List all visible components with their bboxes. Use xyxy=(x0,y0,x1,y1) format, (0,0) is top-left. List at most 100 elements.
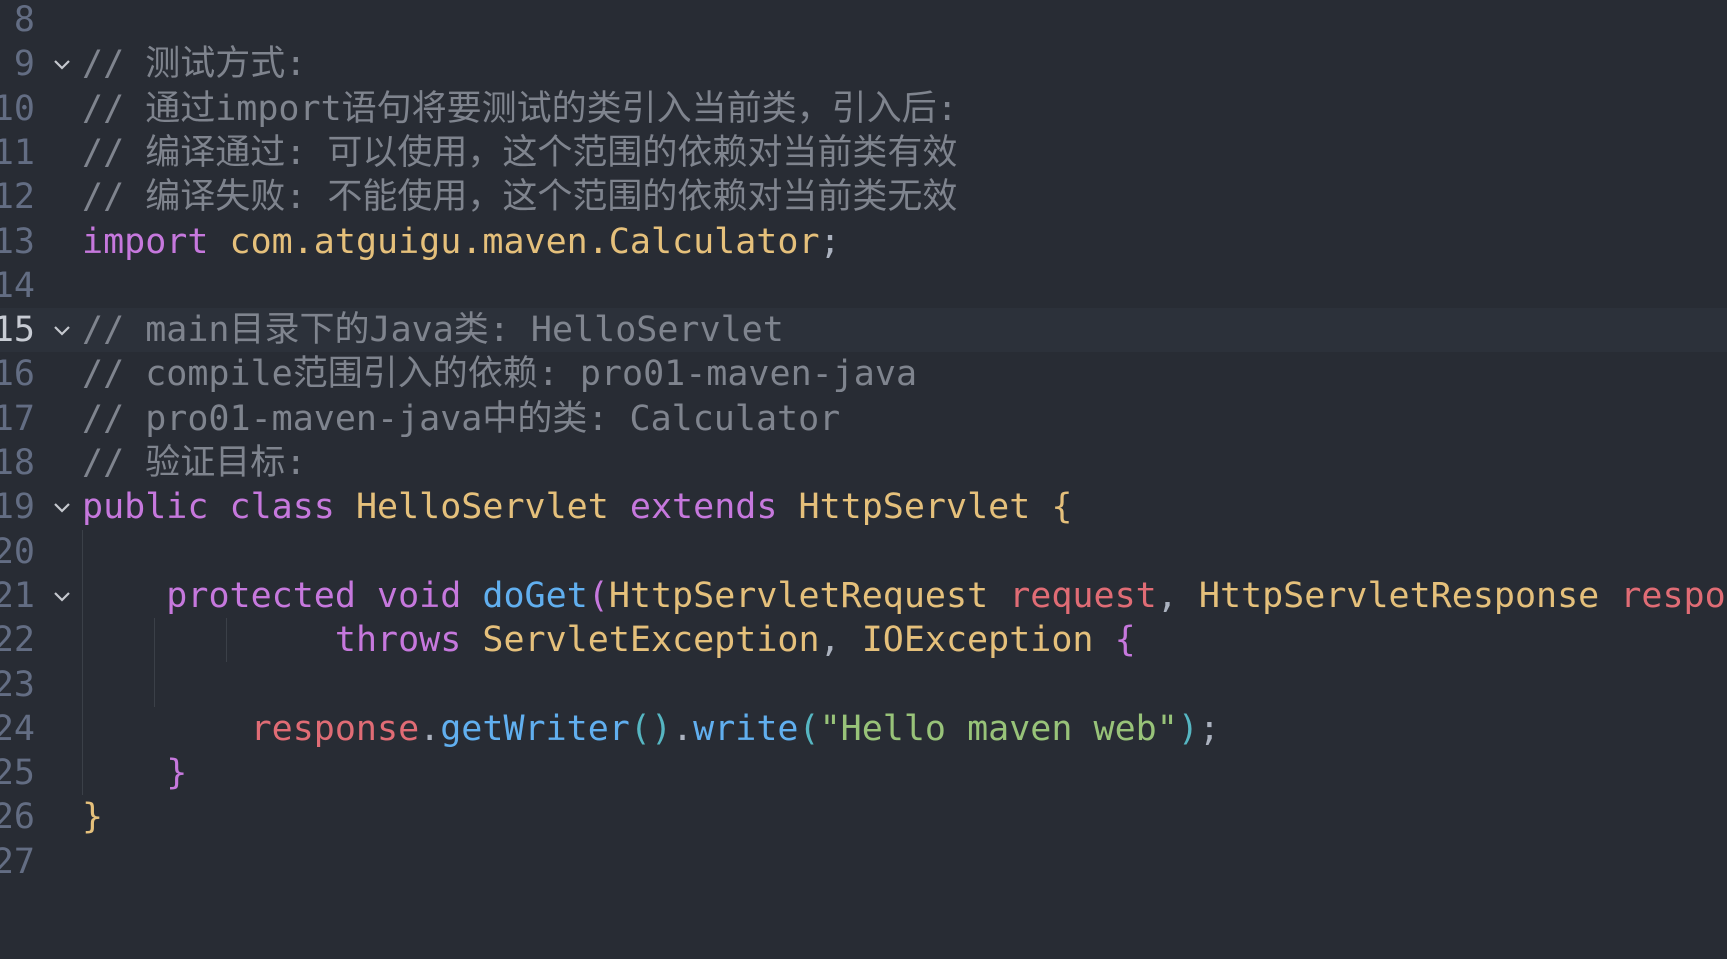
code-line[interactable]: 24 response.getWriter().write("Hello mav… xyxy=(0,707,1727,751)
indent-guide xyxy=(82,529,83,796)
line-number: 27 xyxy=(0,841,35,882)
code-line[interactable]: 21 protected void doGet(HttpServletReque… xyxy=(0,574,1727,618)
line-number: 18 xyxy=(0,443,35,483)
line-number: 23 xyxy=(0,664,35,705)
code-token: , xyxy=(1156,575,1199,616)
code-line[interactable]: 10 // 通过import语句将要测试的类引入当前类，引入后: xyxy=(0,87,1727,131)
code-token: extends xyxy=(629,487,778,528)
code-text: // compile范围引入的依赖: pro01-maven-java xyxy=(82,352,917,396)
code-token: "Hello maven web" xyxy=(819,708,1178,749)
code-token: // pro01-maven-java中的类: Calculator xyxy=(82,398,841,439)
code-token: ; xyxy=(819,221,841,262)
code-token: // 验证目标: xyxy=(82,443,307,483)
fold-chevron-icon[interactable] xyxy=(51,54,73,76)
code-line[interactable]: 22 throws ServletException, IOException … xyxy=(0,618,1727,662)
code-token: doGet xyxy=(482,575,588,616)
code-line[interactable]: 15 // main目录下的Java类: HelloServlet xyxy=(0,308,1727,353)
line-number: 13 xyxy=(0,221,35,262)
code-token: () xyxy=(629,708,673,749)
code-token: // compile范围引入的依赖: pro01-maven-java xyxy=(82,354,918,395)
line-number: 14 xyxy=(0,265,35,306)
code-token: , xyxy=(819,620,862,661)
code-line[interactable]: 12 // 编译失败: 不能使用，这个范围的依赖对当前类无效 xyxy=(0,175,1727,219)
code-token: throws xyxy=(334,620,462,661)
code-token: HttpServletResponse xyxy=(1198,575,1600,616)
code-token: ( xyxy=(587,575,609,616)
code-line[interactable]: 20 xyxy=(0,530,1727,574)
code-line[interactable]: 9 // 测试方式: xyxy=(0,42,1727,86)
code-line[interactable]: 8 xyxy=(0,0,1727,42)
code-token: request xyxy=(1009,575,1157,616)
code-token: { xyxy=(1114,620,1136,661)
line-number: 12 xyxy=(0,177,35,218)
code-token: protected xyxy=(166,575,356,616)
code-text: } xyxy=(82,795,103,839)
code-text: // pro01-maven-java中的类: Calculator xyxy=(82,397,840,441)
code-line[interactable]: 25 } xyxy=(0,751,1727,795)
code-token: IOException xyxy=(861,620,1094,661)
code-token: class xyxy=(229,487,335,528)
code-text: import com.atguigu.maven.Calculator; xyxy=(82,220,841,264)
code-token: ( xyxy=(798,708,820,749)
code-token: . xyxy=(672,708,694,749)
code-token: response xyxy=(250,708,420,749)
line-number: 19 xyxy=(0,487,35,528)
code-text: // 验证目标: xyxy=(82,441,306,485)
line-number: 8 xyxy=(13,0,35,40)
code-text: // 编译失败: 不能使用，这个范围的依赖对当前类无效 xyxy=(82,175,957,219)
code-line[interactable]: 19 public class HelloServlet extends Http… xyxy=(0,485,1727,529)
fold-chevron-icon[interactable] xyxy=(51,320,73,342)
code-token: public xyxy=(82,487,209,528)
code-token: import xyxy=(82,221,209,262)
code-token: ) xyxy=(1177,708,1199,749)
code-line[interactable]: 14 xyxy=(0,264,1727,308)
line-number: 9 xyxy=(13,44,35,85)
code-line[interactable]: 16 // compile范围引入的依赖: pro01-maven-java xyxy=(0,352,1727,396)
code-token: getWriter xyxy=(440,708,630,749)
code-token: } xyxy=(166,753,188,794)
code-line[interactable]: 17 // pro01-maven-java中的类: Calculator xyxy=(0,397,1727,441)
code-token: void xyxy=(377,575,462,616)
code-editor[interactable]: 8 9 // 测试方式: 10 // 通过import语句将要测试的类引入当前类，引入后… xyxy=(0,0,1727,959)
line-number: 16 xyxy=(0,354,35,395)
code-text: // 测试方式: xyxy=(82,42,306,86)
code-text: response.getWriter().write("Hello maven … xyxy=(82,707,1220,751)
line-number: 24 xyxy=(0,708,35,749)
code-token: write xyxy=(693,708,799,749)
line-number: 10 xyxy=(0,88,35,129)
code-token: // 编译通过: 可以使用，这个范围的依赖对当前类有效 xyxy=(82,132,958,173)
code-token: ; xyxy=(1198,708,1220,749)
fold-chevron-icon[interactable] xyxy=(51,586,73,608)
code-line[interactable]: 23 xyxy=(0,663,1727,707)
code-text: // 编译通过: 可以使用，这个范围的依赖对当前类有效 xyxy=(82,131,957,175)
code-token: HttpServlet xyxy=(798,487,1031,528)
code-text: // main目录下的Java类: HelloServlet xyxy=(82,308,784,352)
code-text: // 通过import语句将要测试的类引入当前类，引入后: xyxy=(82,87,958,131)
code-line[interactable]: 26} xyxy=(0,795,1727,839)
fold-chevron-icon[interactable] xyxy=(51,497,73,519)
code-line[interactable]: 13 import com.atguigu.maven.Calculator; xyxy=(0,220,1727,264)
code-line[interactable]: 11 // 编译通过: 可以使用，这个范围的依赖对当前类有效 xyxy=(0,131,1727,175)
code-token: ServletException xyxy=(482,620,820,661)
code-line[interactable]: 18 // 验证目标: xyxy=(0,441,1727,485)
code-token: // 测试方式: xyxy=(82,44,307,85)
code-text: protected void doGet(HttpServletRequest … xyxy=(82,574,1727,618)
code-token: } xyxy=(82,797,104,838)
code-line[interactable]: 27 xyxy=(0,840,1727,884)
code-token: . xyxy=(419,708,441,749)
